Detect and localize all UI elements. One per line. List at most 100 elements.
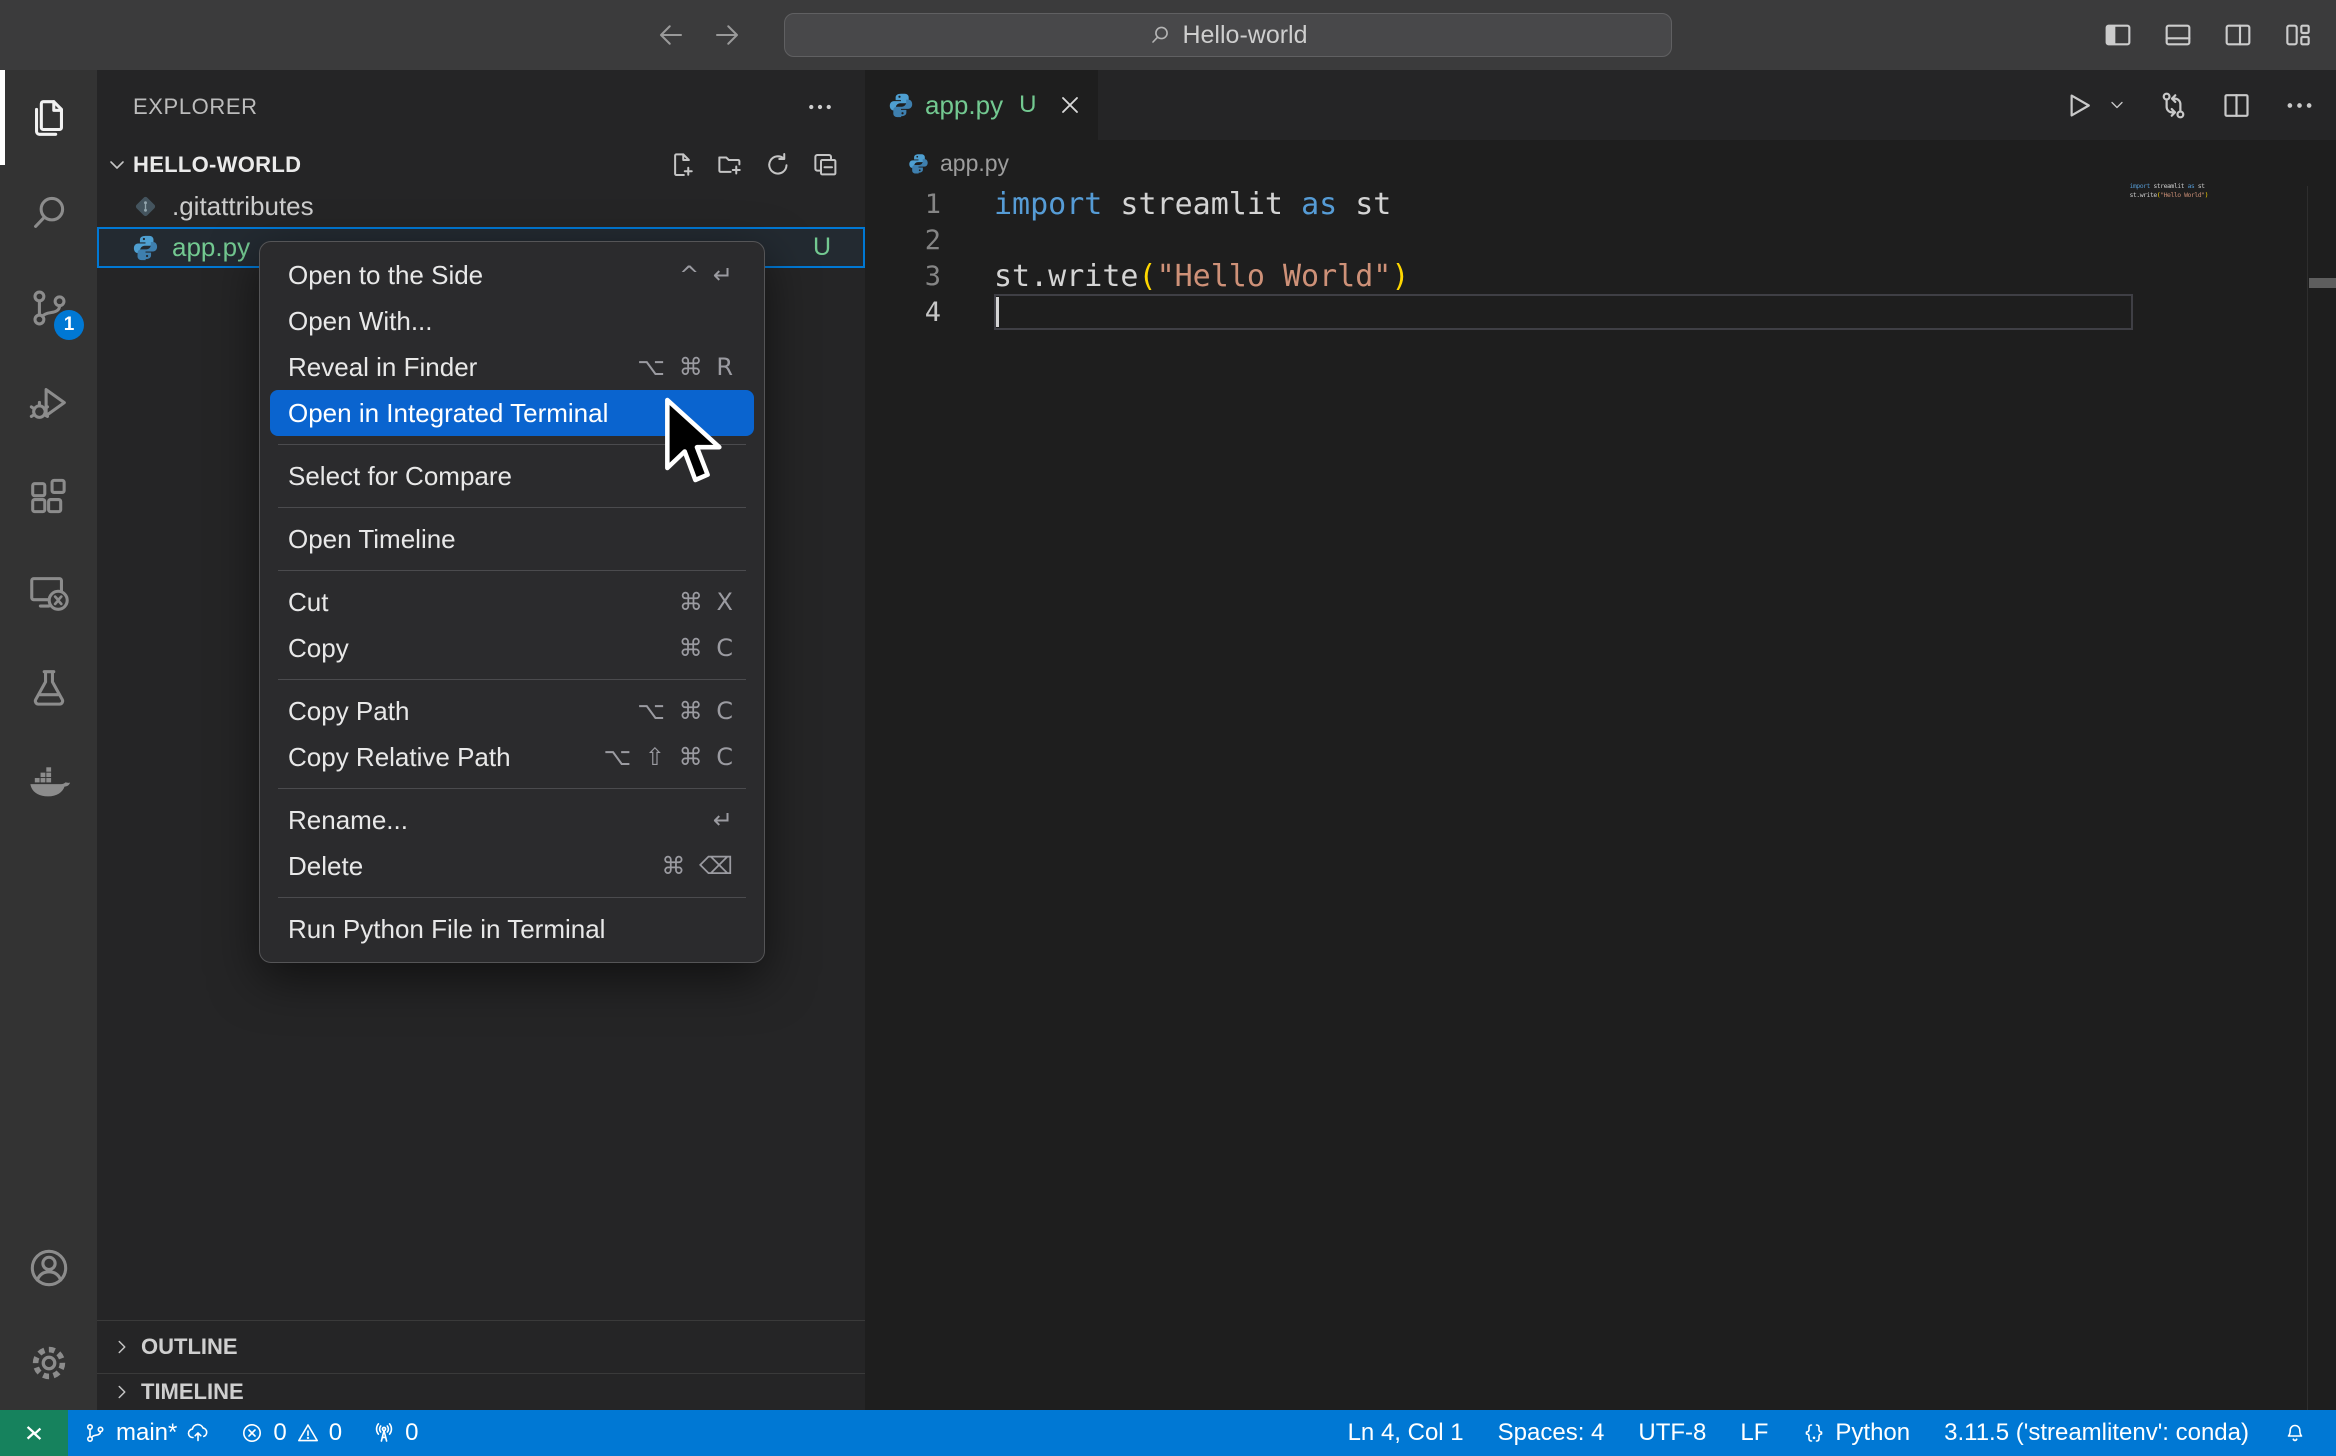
code-line-3[interactable]: 3st.write("Hello World") [865,258,2336,294]
minimap[interactable]: import streamlit as stst.write("Hello Wo… [2129,182,2208,200]
code-token: st [2194,182,2204,190]
workspace-section-header[interactable]: HELLO-WORLD [97,144,865,186]
account-icon [26,1245,72,1291]
activity-item-run-and-debug[interactable] [0,355,97,450]
status-notifications[interactable] [2266,1410,2324,1456]
text-cursor [996,297,999,327]
menu-item-label: Select for Compare [288,461,512,492]
code-token: st [1337,187,1391,222]
status-language-mode[interactable]: Python [1785,1410,1927,1456]
status-branch-status[interactable]: main* [68,1410,225,1456]
code-line-2[interactable]: 2 [865,222,2336,258]
code-text: import streamlit as st [941,187,1391,222]
activity-item-explorer[interactable] [0,70,97,165]
status-cursor-position[interactable]: Ln 4, Col 1 [1331,1410,1481,1456]
activity-item-settings[interactable] [0,1315,97,1410]
outline-label: OUTLINE [141,1334,238,1360]
status-eol[interactable]: LF [1723,1410,1785,1456]
forward-arrow-icon[interactable] [712,20,742,50]
status-ports-status[interactable]: 0 [357,1410,433,1456]
collapse-folders-button[interactable] [811,150,841,180]
minimap-line: st.write("Hello World") [2129,191,2208,200]
status-python-interpreter[interactable]: 3.11.5 ('streamlitenv': conda) [1927,1410,2266,1456]
tab-app-py[interactable]: app.py U [865,70,1098,140]
code-token: ) [2205,191,2208,199]
activity-item-source-control[interactable]: 1 [0,260,97,355]
settings-gear-icon [26,1340,72,1386]
close-icon[interactable] [1056,91,1084,119]
activity-item-extensions[interactable] [0,450,97,545]
line-number: 3 [865,261,941,292]
overview-ruler[interactable] [2307,186,2336,1410]
menu-item-shortcut: ⌘ C [679,634,736,662]
menu-item-label: Copy [288,633,349,664]
menu-item-label: Copy Path [288,696,409,727]
menu-item-delete[interactable]: Delete⌘ ⌫ [270,843,754,889]
menu-item-rename[interactable]: Rename...↵ [270,797,754,843]
menu-item-select-for-compare[interactable]: Select for Compare [270,453,754,499]
refresh-explorer-button[interactable] [763,150,793,180]
activity-item-accounts[interactable] [0,1220,97,1315]
chevron-right-icon [111,1336,133,1358]
menu-item-label: Delete [288,851,363,882]
file-row-gitattributes[interactable]: .gitattributes [97,186,865,227]
code-line-4[interactable]: 4 [865,294,2336,330]
menu-item-open-with[interactable]: Open With... [270,298,754,344]
status-indentation[interactable]: Spaces: 4 [1481,1410,1622,1456]
run-python-file-button[interactable] [2062,89,2095,122]
back-arrow-icon[interactable] [656,20,686,50]
status-text: Ln 4, Col 1 [1348,1419,1464,1447]
code-editor[interactable]: 1import streamlit as st23 st.write("Hello… [865,186,2336,330]
status-remote-indicator[interactable] [0,1410,68,1456]
menu-item-copy[interactable]: Copy ⌘ C [270,625,754,671]
file-name: app.py [172,232,250,263]
menu-item-run-python-file-in-terminal[interactable]: Run Python File in Terminal [270,906,754,952]
breadcrumb-file: app.py [940,150,1009,177]
status-text: Python [1835,1419,1910,1447]
code-token: "Hello World" [1157,259,1392,294]
activity-item-remote-explorer[interactable] [0,545,97,640]
new-file-button[interactable] [667,150,697,180]
menu-item-copy-relative-path[interactable]: Copy Relative Path⌥ ⇧ ⌘ C [270,734,754,780]
code-line-1[interactable]: 1import streamlit as st [865,186,2336,222]
status-encoding[interactable]: UTF-8 [1621,1410,1723,1456]
python-icon [907,152,930,175]
menu-item-reveal-in-finder[interactable]: Reveal in Finder⌥ ⌘ R [270,344,754,390]
menu-item-label: Rename... [288,805,408,836]
menu-item-copy-path[interactable]: Copy Path⌥ ⌘ C [270,688,754,734]
layout-sidebar-right-icon[interactable] [2222,19,2254,51]
activity-item-testing[interactable] [0,640,97,735]
branch-icon [83,1421,107,1445]
timeline-section-header[interactable]: TIMELINE [97,1373,865,1410]
menu-item-open-in-integrated-terminal[interactable]: Open in Integrated Terminal [270,390,754,436]
activity-item-search[interactable] [0,165,97,260]
braces-icon [1802,1421,1826,1445]
status-bar-right: Ln 4, Col 1 Spaces: 4 UTF-8LF Python 3.11.5 … [1331,1410,2336,1456]
workspace-name: HELLO-WORLD [133,152,301,178]
layout-customize-icon[interactable] [2282,19,2314,51]
python-icon [131,233,160,262]
menu-item-open-timeline[interactable]: Open Timeline [270,516,754,562]
run-dropdown-button[interactable] [2107,95,2127,115]
more-actions-button[interactable] [2283,89,2316,122]
explorer-more-actions-button[interactable] [805,92,835,122]
breadcrumb[interactable]: app.py [865,140,2336,186]
menu-item-cut[interactable]: Cut⌘ X [270,579,754,625]
code-token: ( [1139,259,1157,294]
layout-panel-icon[interactable] [2162,19,2194,51]
menu-separator [278,570,746,571]
python-icon [887,91,915,119]
code-token: streamlit [1102,187,1301,222]
new-folder-button[interactable] [715,150,745,180]
status-text: Spaces: 4 [1498,1419,1605,1447]
command-center-search[interactable]: Hello-world [784,13,1672,57]
activity-item-docker[interactable] [0,735,97,830]
open-changes-button[interactable] [2157,89,2190,122]
split-editor-button[interactable] [2220,89,2253,122]
explorer-title: EXPLORER [133,94,258,120]
menu-item-open-to-the-side[interactable]: Open to the Side^ ↵ [270,252,754,298]
outline-section-header[interactable]: OUTLINE [97,1320,865,1373]
status-problems-status[interactable]: 00 [225,1410,357,1456]
layout-sidebar-left-icon[interactable] [2102,19,2134,51]
code-token: st.write [994,259,1139,294]
